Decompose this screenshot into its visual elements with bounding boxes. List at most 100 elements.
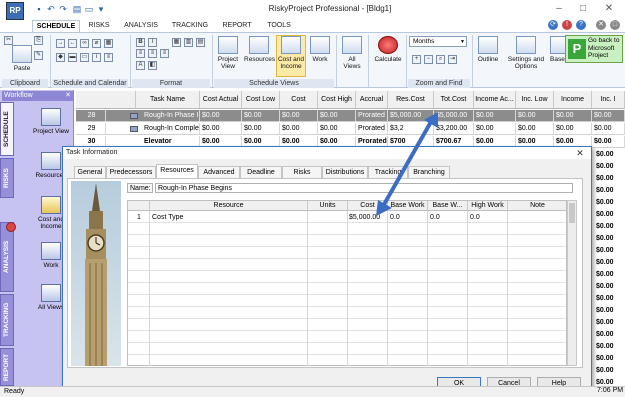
tab-general[interactable]: General: [74, 166, 106, 178]
column-header-res-cost[interactable]: Res.Cost: [388, 91, 434, 109]
outline-button[interactable]: Outline: [474, 36, 502, 63]
unlink-icon[interactable]: ⌀: [92, 39, 101, 48]
tab-tracking[interactable]: Tracking: [368, 166, 408, 178]
column-header-inc-low[interactable]: Inc. Low: [516, 91, 554, 109]
cut-icon[interactable]: ✂: [4, 36, 13, 45]
align-center-icon[interactable]: ≡: [148, 49, 157, 58]
table-style-icon[interactable]: ▦: [172, 38, 181, 47]
outdent-icon[interactable]: ←: [68, 39, 77, 48]
close-window-button[interactable]: ✕: [598, 2, 620, 16]
copy-icon[interactable]: ⎘: [34, 36, 43, 45]
table-row[interactable]: 29 Rough-In Comple $0.00 $0.00 $0.00 $0.…: [76, 123, 625, 135]
align-right-icon[interactable]: ≡: [160, 49, 169, 58]
tab-schedule[interactable]: SCHEDULE: [32, 20, 80, 32]
share-icon[interactable]: ⟳: [548, 20, 558, 30]
close-ribbon-icon[interactable]: ✕: [596, 20, 606, 30]
workflow-tab-analysis[interactable]: ANALYSIS: [0, 222, 14, 292]
scrollbar-thumb[interactable]: [569, 203, 575, 223]
alert-icon[interactable]: !: [562, 20, 572, 30]
resources-button[interactable]: Resources: [244, 36, 275, 63]
zoom-out-icon[interactable]: −: [424, 55, 433, 64]
column-header-cost-high[interactable]: Cost High: [318, 91, 356, 109]
column-header-note[interactable]: Note: [508, 201, 568, 211]
column-header-high-work[interactable]: High Work: [468, 201, 508, 211]
find-icon[interactable]: ⌕: [436, 55, 445, 64]
help-icon[interactable]: ?: [576, 20, 586, 30]
dialog-close-button[interactable]: ✕: [574, 147, 586, 159]
save-icon[interactable]: ▪: [34, 4, 44, 14]
column-header-resource[interactable]: Resource: [150, 201, 308, 211]
milestone-icon[interactable]: ◆: [56, 53, 65, 62]
summary-icon[interactable]: ▭: [80, 53, 89, 62]
column-header-income-ac[interactable]: Income Ac...: [474, 91, 516, 109]
tab-risks[interactable]: Risks: [282, 166, 322, 178]
undo-icon[interactable]: ↶: [46, 4, 56, 14]
workflow-tab-risks[interactable]: RISKS: [0, 158, 14, 198]
all-views-button[interactable]: All Views: [340, 36, 364, 70]
workflow-tab-tracking[interactable]: TRACKING: [0, 294, 14, 346]
zoom-in-icon[interactable]: +: [412, 55, 421, 64]
tab-tools[interactable]: TOOLS: [262, 20, 296, 32]
maximize-button[interactable]: □: [572, 2, 594, 16]
column-header-cost[interactable]: Cost: [280, 91, 318, 109]
column-header-base-work[interactable]: Base Work: [388, 201, 428, 211]
tab-resources[interactable]: Resources: [156, 164, 198, 178]
align-left-icon[interactable]: ≡: [136, 49, 145, 58]
column-header-cost[interactable]: Cost: [348, 201, 388, 211]
tab-deadline[interactable]: Deadline: [240, 166, 282, 178]
link-icon[interactable]: ∞: [80, 39, 89, 48]
column-header-cost-low[interactable]: Cost Low: [242, 91, 280, 109]
format-painter-icon[interactable]: ✎: [34, 51, 43, 60]
vertical-scrollbar[interactable]: [567, 200, 577, 366]
tab-report[interactable]: REPORT: [218, 20, 256, 32]
tab-predecessors[interactable]: Predecessors: [106, 166, 156, 178]
columns-icon[interactable]: ▤: [196, 38, 205, 47]
paste-button[interactable]: Paste: [10, 45, 34, 72]
restore-ribbon-icon[interactable]: □: [610, 20, 620, 30]
workflow-item-project-view[interactable]: Project View: [30, 108, 72, 135]
column-header-tot-cost[interactable]: Tot.Cost: [434, 91, 474, 109]
scroll-to-task-icon[interactable]: ⇥: [448, 55, 457, 64]
work-button[interactable]: Work: [308, 36, 332, 63]
settings-options-button[interactable]: Settings and Options: [504, 36, 548, 70]
column-header-task-name[interactable]: Task Name: [136, 91, 200, 109]
project-view-button[interactable]: Project View: [216, 36, 240, 70]
calculate-button[interactable]: Calculate: [372, 36, 404, 63]
font-color-icon[interactable]: A: [136, 61, 145, 70]
calendar-icon[interactable]: ▦: [104, 39, 113, 48]
dropdown-icon[interactable]: ▾: [96, 4, 106, 14]
tab-analysis[interactable]: ANALYSIS: [120, 20, 162, 32]
workflow-close-icon[interactable]: ✕: [65, 91, 71, 101]
column-header-base-w[interactable]: Base W...: [428, 201, 468, 211]
column-header-inc-i[interactable]: Inc. I: [592, 91, 625, 109]
table-row[interactable]: 28 Rough-In Phase I $0.00 $0.00 $0.00 $0…: [76, 110, 625, 122]
open-folder-icon[interactable]: ▭: [84, 4, 94, 14]
workflow-tab-schedule[interactable]: SCHEDULE: [0, 102, 14, 156]
gantt-style-icon[interactable]: ▥: [184, 38, 193, 47]
column-header-accrual[interactable]: Accrual: [356, 91, 388, 109]
tab-risks[interactable]: RISKS: [84, 20, 114, 32]
workflow-tab-report[interactable]: REPORT: [0, 348, 14, 386]
tab-branching[interactable]: Branching: [408, 166, 450, 178]
timescale-select[interactable]: Months ▼: [409, 36, 467, 47]
column-header-units[interactable]: Units: [308, 201, 348, 211]
back-to-ms-project-button[interactable]: P Go back to Microsoft Project: [565, 35, 623, 63]
cost-income-button[interactable]: Cost and Income: [276, 35, 306, 77]
italic-icon[interactable]: I: [148, 38, 157, 47]
info-icon[interactable]: i: [92, 53, 101, 62]
redo-icon[interactable]: ↷: [58, 4, 68, 14]
print-icon[interactable]: ▤: [72, 4, 82, 14]
indent-icon[interactable]: →: [56, 39, 65, 48]
tab-advanced[interactable]: Advanced: [198, 166, 240, 178]
minimize-button[interactable]: –: [548, 2, 570, 16]
column-header-cost-actual[interactable]: Cost Actual: [200, 91, 242, 109]
column-header-income[interactable]: Income: [554, 91, 592, 109]
task-name-field[interactable]: Rough-In Phase Begins: [155, 183, 573, 193]
bold-icon[interactable]: B: [136, 38, 145, 47]
notes-icon[interactable]: ≡: [104, 53, 113, 62]
fill-color-icon[interactable]: ◧: [148, 61, 157, 70]
group-label-format: Format: [132, 79, 210, 88]
task-icon[interactable]: ▬: [68, 53, 77, 62]
tab-distributions[interactable]: Distributions: [322, 166, 368, 178]
tab-tracking[interactable]: TRACKING: [168, 20, 212, 32]
